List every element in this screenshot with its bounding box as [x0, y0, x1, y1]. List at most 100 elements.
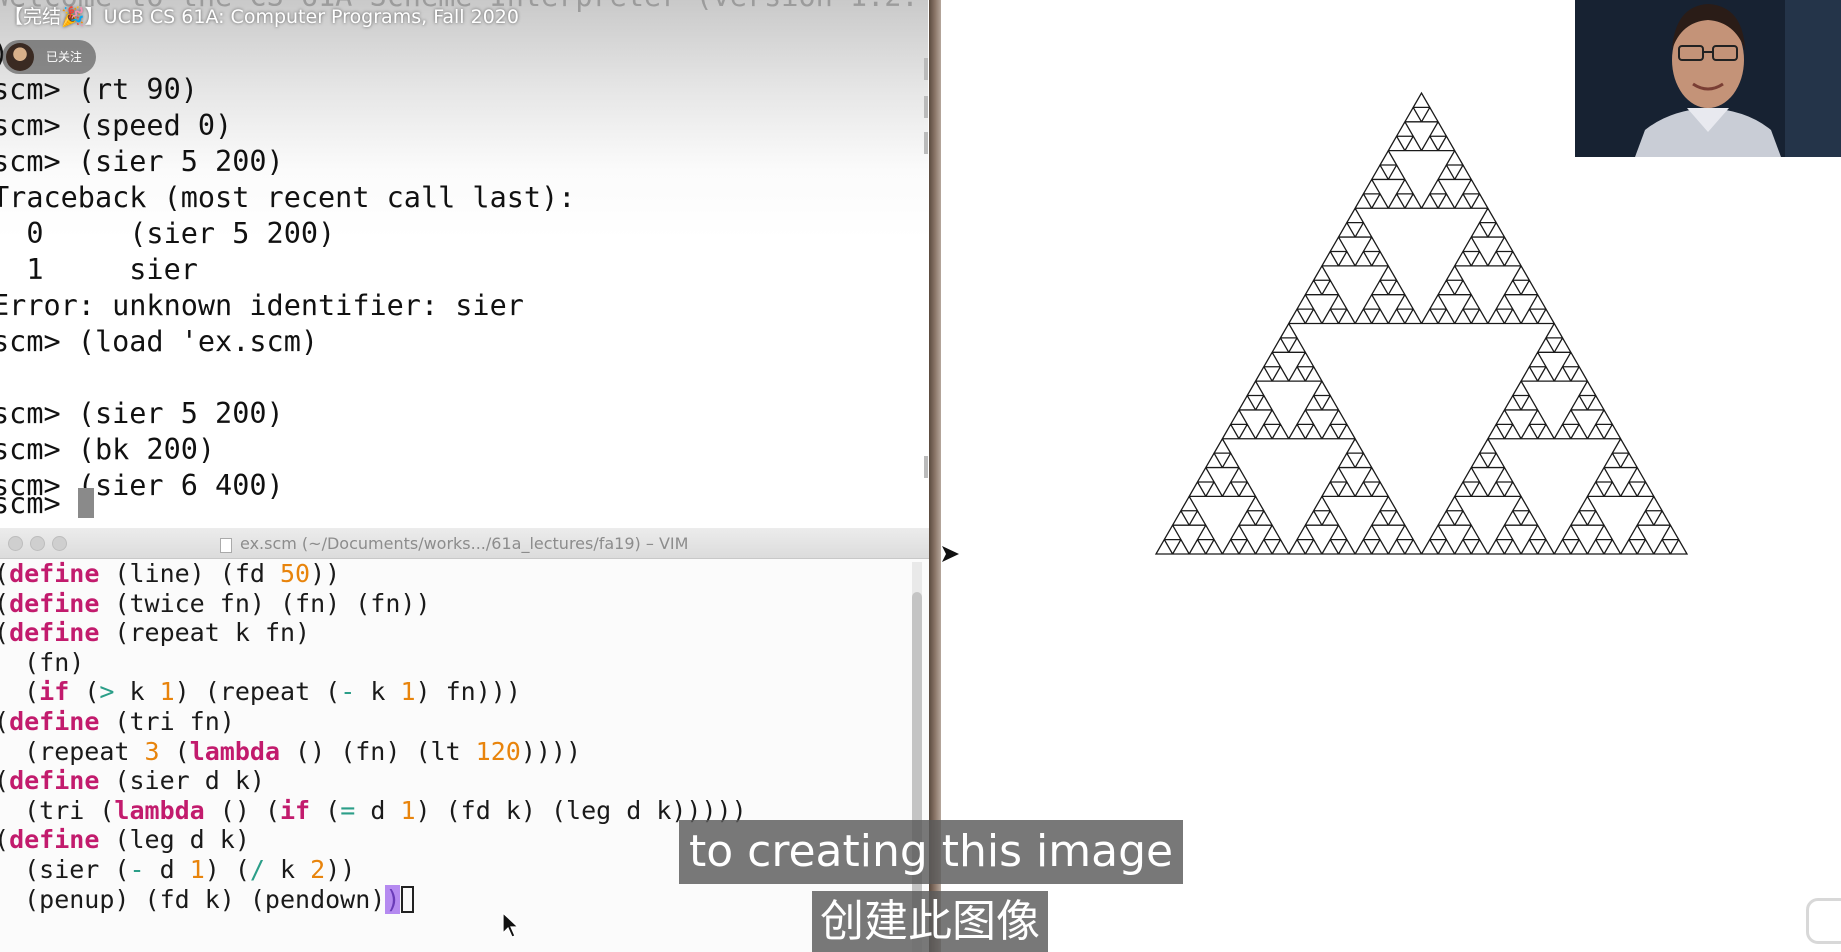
code-keyword: define — [9, 618, 100, 648]
terminal-line: 0 (sier 5 200) — [0, 217, 336, 250]
code-text: (fn) — [0, 647, 85, 677]
turtle-cursor-icon — [942, 546, 959, 562]
code-text: ( — [0, 589, 9, 618]
code-text: ( — [0, 766, 9, 795]
sierpinski-fractal — [1154, 91, 1689, 555]
terminal-line: scm> (rt 90) — [0, 73, 198, 106]
code-text: (sier d k) — [99, 766, 265, 796]
code-number: 1 — [159, 677, 175, 707]
subtitle-english: to creating this image — [679, 820, 1184, 884]
code-number: 1 — [400, 795, 416, 825]
terminal-line: 1 sier — [0, 253, 198, 286]
terminal-line: scm> (bk 200) — [0, 433, 216, 466]
vim-titlebar[interactable]: ex.scm (~/Documents/works.../61a_lecture… — [0, 528, 929, 559]
code-keyword: define — [9, 559, 100, 588]
code-text: ( — [0, 707, 9, 736]
code-text: d — [355, 795, 401, 825]
code-number: 1 — [189, 855, 205, 884]
mouse-pointer-icon — [502, 912, 520, 938]
code-text: d — [144, 855, 190, 884]
video-title[interactable]: 【完结🎉】UCB CS 61A: Computer Programs, Fall… — [4, 2, 519, 29]
vim-window[interactable]: ex.scm (~/Documents/works.../61a_lecture… — [0, 528, 929, 952]
code-line: (sier (- d 1) (/ k 2)) — [0, 855, 355, 884]
code-number: 1 — [400, 677, 416, 707]
terminal-line: scm> (sier 5 200) — [0, 145, 284, 178]
code-text: ( — [24, 677, 40, 707]
code-text: (line) (fd — [99, 559, 280, 588]
terminal-scroll-marker — [924, 58, 928, 80]
code-text: (twice fn) (fn) (fn)) — [99, 588, 431, 618]
channel-follow-badge[interactable]: 已关注 — [2, 40, 96, 74]
code-text: ( — [0, 618, 9, 647]
zoom-window-button[interactable] — [52, 536, 67, 551]
code-text: () (fn) (lt — [280, 736, 476, 766]
code-line: (if (> k 1) (repeat (- k 1) fn))) — [0, 677, 521, 706]
webcam-overlay — [1575, 0, 1841, 157]
code-keyword: define — [9, 588, 100, 618]
code-keyword: define — [9, 825, 100, 855]
code-line: (tri (lambda () (if (= d 1) (fd k) (leg … — [0, 796, 747, 825]
code-text: (leg d k) — [99, 825, 250, 855]
code-operator: - — [340, 677, 356, 707]
window-divider — [929, 0, 941, 952]
code-line: (define (twice fn) (fn) (fn)) — [0, 589, 431, 618]
terminal-prompt-line[interactable]: scm> — [0, 486, 94, 522]
code-line: (define (sier d k) — [0, 766, 265, 795]
sierpinski-lines — [1154, 91, 1689, 555]
code-number: 3 — [144, 736, 160, 766]
vim-cursor — [401, 885, 415, 913]
code-number: 120 — [475, 736, 521, 766]
file-icon — [220, 538, 232, 553]
code-line: (define (repeat k fn) — [0, 618, 310, 647]
code-text: ( — [310, 795, 341, 825]
code-text: (tri fn) — [99, 707, 235, 736]
code-keyword: define — [9, 707, 100, 736]
code-line: (define (leg d k) — [0, 825, 250, 854]
code-operator: / — [249, 855, 265, 884]
terminal-line: scm> (speed 0) — [0, 109, 233, 142]
minimize-window-button[interactable] — [30, 536, 45, 551]
code-operator: - — [129, 855, 145, 884]
code-text: () ( — [204, 795, 280, 825]
code-keyword: lambda — [189, 736, 280, 766]
code-text: )) — [325, 855, 356, 884]
code-line: (define (line) (fd 50)) — [0, 559, 340, 588]
bilibili-tv-icon[interactable] — [1806, 898, 1841, 944]
matching-paren-highlight: ) — [385, 884, 401, 914]
terminal-line: Error: unknown identifier: sier — [0, 289, 524, 322]
code-text: ( — [0, 559, 9, 588]
code-text: k — [355, 677, 401, 707]
terminal-scroll-marker — [924, 456, 928, 478]
close-window-button[interactable] — [8, 536, 23, 551]
code-text: ( — [159, 736, 190, 766]
code-keyword: lambda — [114, 795, 205, 825]
code-text: ( — [69, 677, 100, 707]
code-keyword: define — [9, 766, 100, 796]
vim-window-title: ex.scm (~/Documents/works.../61a_lecture… — [240, 534, 689, 553]
code-text: )))) — [520, 736, 582, 766]
avatar[interactable] — [6, 43, 34, 71]
code-text: (tri ( — [0, 795, 115, 825]
code-text: k — [264, 855, 311, 884]
code-line: (penup) (fd k) (pendown)) — [0, 884, 415, 914]
instructor-webcam-image — [1575, 0, 1841, 157]
code-operator: > — [99, 677, 115, 707]
code-line: (define (tri fn) — [0, 707, 235, 736]
terminal-window[interactable]: Welcome to the CS 61A Scheme Interpreter… — [0, 0, 928, 528]
code-line: (repeat 3 (lambda () (fn) (lt 120)))) — [0, 737, 581, 766]
terminal-cursor — [77, 488, 94, 518]
subtitle-chinese: 创建此图像 — [812, 891, 1048, 952]
code-number: 2 — [310, 855, 326, 884]
terminal-line: scm> (sier 5 200) — [0, 397, 284, 430]
code-text: )) — [310, 559, 341, 588]
code-text: (sier ( — [0, 855, 130, 884]
code-text: ) ( — [204, 855, 250, 884]
code-line: (fn) — [0, 648, 84, 677]
follow-status-label: 已关注 — [46, 50, 83, 64]
code-text: (repeat — [0, 736, 145, 766]
code-keyword: if — [39, 677, 70, 707]
terminal-line: Traceback (most recent call last): — [0, 181, 576, 214]
terminal-line: scm> (load 'ex.scm) — [0, 325, 319, 358]
terminal-prompt: scm> — [0, 487, 78, 520]
code-number: 50 — [280, 559, 311, 588]
